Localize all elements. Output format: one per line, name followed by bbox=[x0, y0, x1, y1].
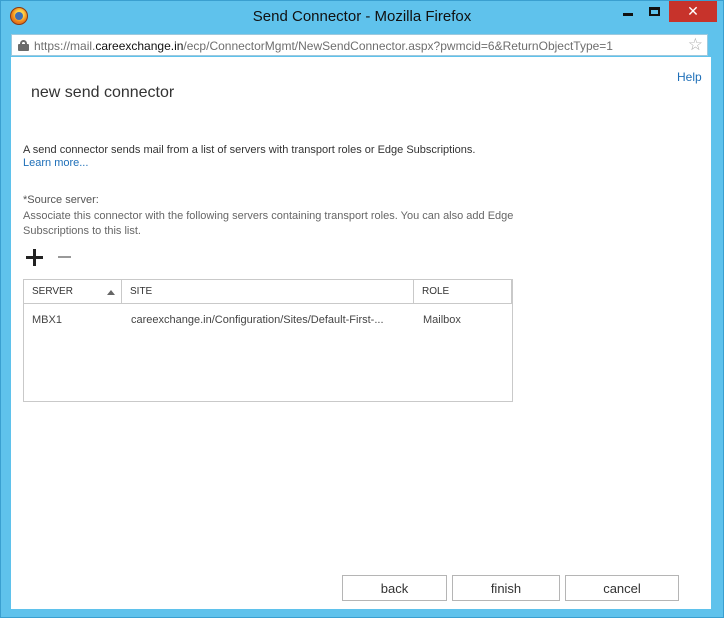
sort-ascending-icon bbox=[107, 290, 115, 295]
finish-button[interactable]: finish bbox=[452, 575, 560, 601]
source-server-description: Associate this connector with the follow… bbox=[23, 210, 514, 237]
maximize-button[interactable] bbox=[641, 1, 668, 22]
column-header-server[interactable]: SERVER bbox=[24, 280, 122, 304]
description-text: A send connector sends mail from a list … bbox=[23, 144, 476, 156]
lock-icon[interactable] bbox=[18, 40, 29, 51]
cell-site: careexchange.in/Configuration/Sites/Defa… bbox=[131, 314, 384, 326]
column-header-label: SITE bbox=[130, 286, 153, 297]
server-grid: SERVER SITE ROLE MBX1 careexchange.in/Co… bbox=[23, 279, 513, 402]
column-header-role[interactable]: ROLE bbox=[414, 280, 512, 304]
browser-window: Send Connector - Mozilla Firefox ✕ https… bbox=[0, 0, 724, 618]
table-row[interactable]: MBX1 careexchange.in/Configuration/Sites… bbox=[24, 310, 512, 330]
title-bar[interactable]: Send Connector - Mozilla Firefox ✕ bbox=[1, 1, 723, 33]
remove-icon[interactable] bbox=[58, 256, 71, 258]
close-icon: ✕ bbox=[687, 3, 699, 19]
cell-role: Mailbox bbox=[423, 314, 461, 326]
url-bar[interactable]: https://mail.careexchange.in/ecp/Connect… bbox=[11, 34, 708, 56]
close-button[interactable]: ✕ bbox=[669, 1, 717, 22]
cell-server: MBX1 bbox=[32, 314, 62, 326]
url-prefix: https://mail. bbox=[34, 39, 96, 53]
dialog-content: Help new send connector A send connector… bbox=[11, 57, 711, 609]
learn-more-link[interactable]: Learn more... bbox=[23, 157, 88, 169]
column-header-label: ROLE bbox=[422, 286, 450, 297]
page-title: new send connector bbox=[31, 84, 175, 101]
star-icon[interactable]: ☆ bbox=[688, 35, 703, 55]
add-icon[interactable] bbox=[26, 249, 43, 266]
minimize-icon bbox=[623, 13, 633, 16]
cancel-button[interactable]: cancel bbox=[565, 575, 679, 601]
help-link[interactable]: Help bbox=[677, 70, 702, 84]
grid-header: SERVER SITE ROLE bbox=[24, 280, 512, 304]
source-server-label: *Source server: bbox=[23, 194, 99, 206]
url-path: /ecp/ConnectorMgmt/NewSendConnector.aspx… bbox=[183, 39, 613, 53]
column-header-site[interactable]: SITE bbox=[122, 280, 414, 304]
url-text[interactable]: https://mail.careexchange.in/ecp/Connect… bbox=[34, 39, 613, 53]
url-domain: careexchange.in bbox=[95, 39, 184, 53]
back-button[interactable]: back bbox=[342, 575, 447, 601]
maximize-icon bbox=[649, 7, 660, 16]
minimize-button[interactable] bbox=[615, 1, 641, 22]
column-header-label: SERVER bbox=[32, 286, 73, 297]
